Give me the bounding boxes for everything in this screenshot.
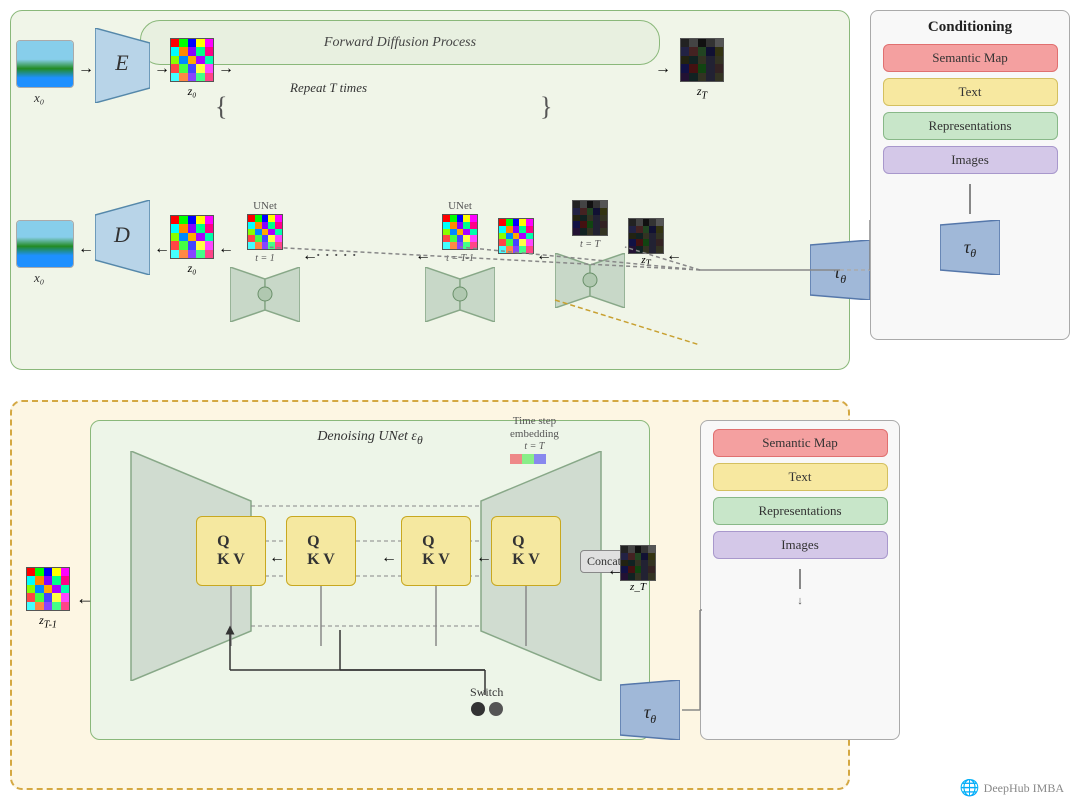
arrow-to-zt-bot: ← <box>666 247 682 265</box>
panel-bottom-to-tau-line <box>799 569 801 589</box>
encoder-shape: E <box>95 28 150 108</box>
conditioning-title: Conditioning <box>928 19 1012 36</box>
arrow-e-to-z0: → <box>154 60 170 78</box>
main-diagram: Forward Diffusion Process Repeat T times… <box>0 0 1080 806</box>
unet-left: UNet t = 1 <box>230 200 300 327</box>
right-panel-top: Conditioning Semantic Map Text Represent… <box>870 10 1070 340</box>
arrow-x0-to-e: → <box>78 60 94 78</box>
input-image-top: x₀ <box>16 40 74 104</box>
repeat-label: Repeat T times <box>290 80 367 96</box>
x0-out-label: x₀ <box>34 270 92 286</box>
denoising-unet-box: Denoising UNet εθ QK V QK V QK V QK <box>90 420 650 740</box>
repeat-brace: { <box>215 92 227 122</box>
svg-text:D: D <box>113 222 130 247</box>
semantic-map-bottom: Semantic Map <box>713 429 888 457</box>
zt-input-bottom: z_T <box>620 545 656 593</box>
z0-label-bottom: z₀ <box>170 261 214 276</box>
decoder-shape: D <box>95 200 150 280</box>
arrow-zt-to-concat: ← <box>607 562 623 580</box>
watermark-text: DeepHub IMBA <box>984 781 1064 796</box>
forward-diffusion-box: Forward Diffusion Process <box>140 20 660 65</box>
arrow-qkv3-4: ← <box>476 549 492 567</box>
qkv-1: QK V <box>196 516 266 586</box>
zt1-output-pixel: zT-1 <box>26 567 70 630</box>
z0-pixel-bottom: z₀ <box>170 215 214 276</box>
arrow-z0-to-fd: → <box>218 60 234 78</box>
zt-label-top: zT <box>680 84 724 101</box>
arrow-qkv1-2: ← <box>269 549 285 567</box>
vertical-arrows <box>91 586 581 686</box>
images-bottom: Images <box>713 531 888 559</box>
arrow-to-zt1-out: ← <box>76 588 94 609</box>
unet-right: UNet t = T-1 <box>425 200 495 327</box>
denoising-title: Denoising UNet εθ <box>317 429 422 447</box>
timestep-box: Time stepembedding t = T <box>510 415 559 464</box>
arrow-d-to-x0: ← <box>78 240 94 258</box>
right-panel-bottom: Semantic Map Text Representations Images… <box>700 420 900 740</box>
output-image: x₀ <box>16 220 74 284</box>
zt-pixel-top: zT <box>680 38 724 101</box>
arrow-qkv2-3: ← <box>381 549 397 567</box>
tau-bottom: τθ <box>620 680 680 745</box>
zt-pixel-bottom-row: zT <box>628 218 664 268</box>
arrow-down: ↓ <box>797 595 803 607</box>
arrow-zt1: ← <box>536 247 552 265</box>
arrow-fd-to-zt: → <box>655 60 671 78</box>
tau-panel: τθ <box>940 220 1000 275</box>
z0-pixel-top: z₀ <box>170 38 214 99</box>
x0-in-label: x₀ <box>34 90 92 106</box>
arrow-z0b-to-d: ← <box>154 240 170 258</box>
qkv-2: QK V <box>286 516 356 586</box>
switch-label: Switch <box>470 685 503 716</box>
text-bottom: Text <box>713 463 888 491</box>
zt1-pixel <box>498 218 534 254</box>
zt-bottom-label: z_T <box>620 581 656 593</box>
tau-top: τθ <box>810 240 870 305</box>
qkv-3: QK V <box>401 516 471 586</box>
forward-diffusion-label: Forward Diffusion Process <box>324 35 476 51</box>
representations-bottom: Representations <box>713 497 888 525</box>
semantic-map-top: Semantic Map <box>883 44 1058 72</box>
svg-text:E: E <box>114 50 129 75</box>
dots-separator: . . . . . <box>316 240 357 261</box>
panel-to-tau-line <box>969 184 971 214</box>
repeat-brace-right: } <box>540 92 552 122</box>
images-top: Images <box>883 146 1058 174</box>
zt1-out-label: zT-1 <box>26 613 70 630</box>
text-top: Text <box>883 78 1058 106</box>
z0-label-top: z₀ <box>170 84 214 99</box>
unet-rightmost: t = T <box>555 200 625 313</box>
watermark: 🌐 DeepHub IMBA <box>960 778 1064 798</box>
qkv-4: QK V <box>491 516 561 586</box>
representations-top: Representations <box>883 112 1058 140</box>
